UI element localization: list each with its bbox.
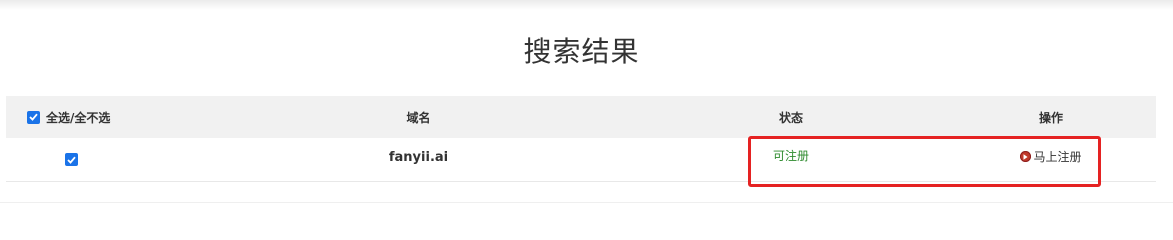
table-row: fanyii.ai 可注册 马上注册	[6, 138, 1156, 182]
top-shadow	[0, 0, 1173, 10]
check-icon	[66, 156, 76, 164]
page-title: 搜索结果	[523, 35, 640, 68]
row-checkbox[interactable]	[64, 153, 78, 166]
header-domain: 域名	[406, 110, 431, 125]
status-available: 可注册	[772, 149, 809, 163]
header-status: 状态	[778, 110, 803, 125]
select-all-checkbox[interactable]	[27, 110, 40, 124]
table-header: 全选/全不选 域名 状态 操作	[6, 96, 1156, 138]
results-table: 全选/全不选 域名 状态 操作 fanyii.ai 可注册 马上注册	[6, 96, 1156, 182]
row-select-cell	[6, 138, 136, 181]
header-action: 操作	[1038, 110, 1063, 125]
register-now-link[interactable]: 马上注册	[1020, 148, 1082, 165]
play-circle-icon	[1020, 151, 1032, 162]
select-all-cell[interactable]: 全选/全不选	[6, 96, 126, 138]
select-all-label: 全选/全不选	[46, 110, 111, 125]
row-status-cell: 可注册	[711, 134, 871, 177]
check-icon	[29, 113, 38, 121]
register-now-label: 马上注册	[1033, 150, 1082, 164]
divider	[0, 202, 1173, 203]
row-domain: fanyii.ai	[388, 150, 449, 165]
row-action-cell: 马上注册	[946, 135, 1156, 178]
